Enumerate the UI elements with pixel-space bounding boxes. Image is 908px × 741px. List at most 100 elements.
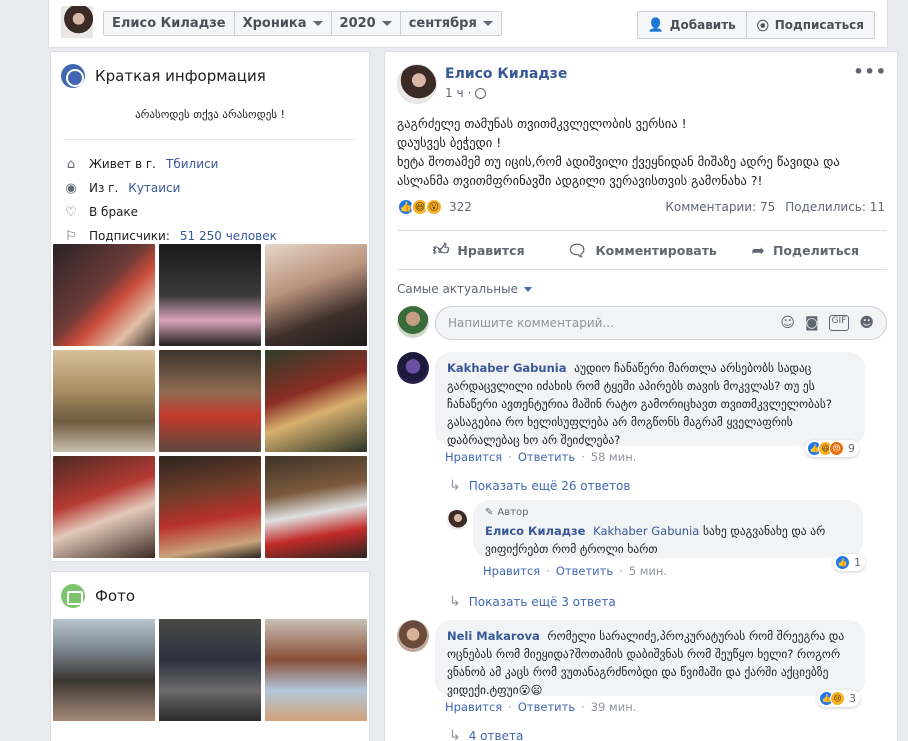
post-timestamp[interactable]: 1 ч bbox=[445, 86, 464, 100]
more-replies-label: 4 ответа bbox=[468, 729, 524, 741]
post-card: Елисо Киладзе 1 ч · ••• გაგრძელე თამუნას… bbox=[384, 51, 898, 741]
lives-in-row: ⌂ Живет в г. Тбилиси bbox=[51, 152, 369, 176]
commenter-avatar[interactable] bbox=[397, 352, 429, 384]
reply-reaction-count: 1 bbox=[854, 556, 861, 569]
shares-count-link[interactable]: Поделились: 11 bbox=[785, 200, 885, 214]
chevron-down-icon bbox=[523, 286, 532, 292]
rss-icon: ⦿ bbox=[756, 18, 769, 33]
followers-icon: ⚐ bbox=[65, 228, 77, 244]
post-text-line: ასლანმა თვითმფრინავში ადგილი ვერავისთვის… bbox=[397, 173, 763, 188]
comment-like-link[interactable]: Нравится bbox=[445, 700, 502, 714]
profile-name-label: Елисо Киладзе bbox=[112, 16, 226, 31]
reply-bubble: ✎ Автор Елисо Киладзе Kakhaber Gabunia ს… bbox=[473, 500, 863, 558]
author-badge-label: Автор bbox=[497, 507, 529, 518]
comment-reply-link[interactable]: Ответить bbox=[518, 450, 575, 464]
featured-photo[interactable] bbox=[265, 456, 367, 558]
photos-header: Фото bbox=[51, 572, 369, 618]
photo-thumbnail[interactable] bbox=[265, 619, 367, 721]
post-text: გაგრძელე თამუნას თვითმკვლელობის ვერსია !… bbox=[397, 114, 887, 190]
emoji-icon[interactable]: ☺ bbox=[780, 315, 795, 331]
reply-arrow-icon: ↳ bbox=[449, 594, 461, 610]
add-friend-button[interactable]: 👤 Добавить bbox=[638, 12, 746, 38]
featured-photo[interactable] bbox=[159, 350, 261, 452]
comments-count-link[interactable]: Комментарии: 75 bbox=[665, 200, 775, 214]
post-action-bar: 👍︎ Нравится 🗨︎ Комментировать ➦ Поделить… bbox=[397, 230, 887, 270]
year-label: 2020 bbox=[339, 16, 376, 31]
mentioned-user-link[interactable]: Kakhaber Gabunia bbox=[593, 524, 699, 538]
comment-reactions[interactable]: 👍 😢 3 bbox=[817, 690, 860, 707]
comment-label: Комментировать bbox=[595, 242, 717, 258]
followers-label: Подписчики: bbox=[89, 229, 170, 243]
comment-button[interactable]: 🗨︎ Комментировать bbox=[560, 231, 723, 269]
subscribe-label: Подписаться bbox=[774, 18, 864, 32]
show-replies-link[interactable]: ↳ 4 ответа bbox=[449, 728, 523, 741]
public-globe-icon bbox=[475, 87, 487, 99]
like-label: Нравится bbox=[457, 242, 525, 258]
reply-like-link[interactable]: Нравится bbox=[483, 564, 540, 578]
profile-name-crumb[interactable]: Елисо Киладзе bbox=[104, 12, 235, 35]
reply-reactions[interactable]: 👍 1 bbox=[833, 554, 865, 571]
featured-photo[interactable] bbox=[265, 244, 367, 346]
commenter-avatar[interactable] bbox=[397, 620, 429, 652]
commenter-name[interactable]: Neli Makarova bbox=[447, 629, 540, 643]
comment-reactions[interactable]: 👍 😆 😠 9 bbox=[805, 440, 859, 457]
from-city-link[interactable]: Кутаиси bbox=[128, 181, 180, 195]
sticker-icon[interactable]: ☻ bbox=[859, 315, 874, 331]
relationship-row: ♡ В браке bbox=[51, 200, 369, 224]
featured-photo[interactable] bbox=[159, 456, 261, 558]
location-pin-icon: ◉ bbox=[65, 180, 77, 196]
month-label: сентября bbox=[408, 16, 477, 31]
relationship-label: В браке bbox=[89, 205, 139, 219]
comment-reply-link[interactable]: Ответить bbox=[518, 700, 575, 714]
post-meta: 1 ч · bbox=[445, 86, 487, 100]
featured-photo[interactable] bbox=[265, 350, 367, 452]
featured-photo[interactable] bbox=[159, 244, 261, 346]
reply-time[interactable]: 5 мин. bbox=[629, 564, 667, 578]
reply-reply-link[interactable]: Ответить bbox=[556, 564, 613, 578]
like-button[interactable]: 👍︎ Нравится bbox=[397, 231, 560, 269]
lives-in-city-link[interactable]: Тбилиси bbox=[166, 157, 218, 171]
share-button[interactable]: ➦ Поделиться bbox=[724, 231, 887, 269]
comment-time[interactable]: 58 мин. bbox=[591, 450, 637, 464]
show-more-replies-link[interactable]: ↳ Показать ещё 26 ответов bbox=[449, 478, 630, 494]
post-reactions[interactable]: 👍 😆 😮 322 bbox=[397, 198, 472, 216]
separator: · bbox=[508, 700, 512, 714]
featured-photo[interactable] bbox=[53, 244, 155, 346]
post-text-line: დაუსვეს ბეჭედი ! bbox=[397, 135, 502, 150]
comments-section: Самые актуальные Напишите комментарий...… bbox=[385, 274, 897, 741]
photo-thumbnail[interactable] bbox=[53, 619, 155, 721]
month-dropdown[interactable]: сентября bbox=[401, 12, 501, 35]
like-reaction-icon: 👍 bbox=[835, 555, 850, 570]
year-dropdown[interactable]: 2020 bbox=[332, 12, 401, 35]
profile-thumbnail[interactable] bbox=[61, 6, 93, 38]
sad-reaction-icon: 😢 bbox=[830, 691, 845, 706]
section-label: Хроника bbox=[242, 16, 307, 31]
pencil-icon: ✎ bbox=[485, 507, 494, 518]
section-dropdown[interactable]: Хроника bbox=[235, 12, 332, 35]
comment-time[interactable]: 39 мин. bbox=[591, 700, 637, 714]
reply-author-name[interactable]: Елисо Киладзе bbox=[485, 524, 585, 538]
gif-icon[interactable]: GIF bbox=[828, 315, 850, 331]
comment-input[interactable]: Напишите комментарий... ☺ ◙ GIF ☻ bbox=[435, 306, 887, 340]
post-options-icon[interactable]: ••• bbox=[853, 62, 887, 81]
featured-photo[interactable] bbox=[53, 350, 155, 452]
photo-thumbnail[interactable] bbox=[159, 619, 261, 721]
photos-title[interactable]: Фото bbox=[95, 587, 135, 605]
author-badge: ✎ Автор bbox=[485, 504, 851, 522]
followers-count-link[interactable]: 51 250 человек bbox=[180, 229, 277, 243]
camera-icon[interactable]: ◙ bbox=[805, 315, 819, 331]
comment-reaction-count: 3 bbox=[849, 692, 856, 705]
post-author-name[interactable]: Елисо Киладзе bbox=[445, 66, 567, 82]
comment-sort-dropdown[interactable]: Самые актуальные bbox=[397, 282, 532, 296]
reply-author-avatar[interactable] bbox=[447, 510, 467, 530]
reply-actions: Нравится · Ответить · 5 мин. bbox=[483, 564, 667, 578]
post-author-avatar[interactable] bbox=[397, 64, 437, 104]
post-text-line: ხეტა შოთამემ თუ იცის,რომ ადიშვილი ქვეყნი… bbox=[397, 154, 840, 169]
featured-photo[interactable] bbox=[53, 456, 155, 558]
comment-input-placeholder: Напишите комментарий... bbox=[448, 316, 614, 330]
comment-like-link[interactable]: Нравится bbox=[445, 450, 502, 464]
show-more-replies-link[interactable]: ↳ Показать ещё 3 ответа bbox=[449, 594, 616, 610]
subscribe-button[interactable]: ⦿ Подписаться bbox=[745, 12, 874, 38]
commenter-name[interactable]: Kakhaber Gabunia bbox=[447, 361, 566, 375]
from-row: ◉ Из г. Кутаиси bbox=[51, 176, 369, 200]
